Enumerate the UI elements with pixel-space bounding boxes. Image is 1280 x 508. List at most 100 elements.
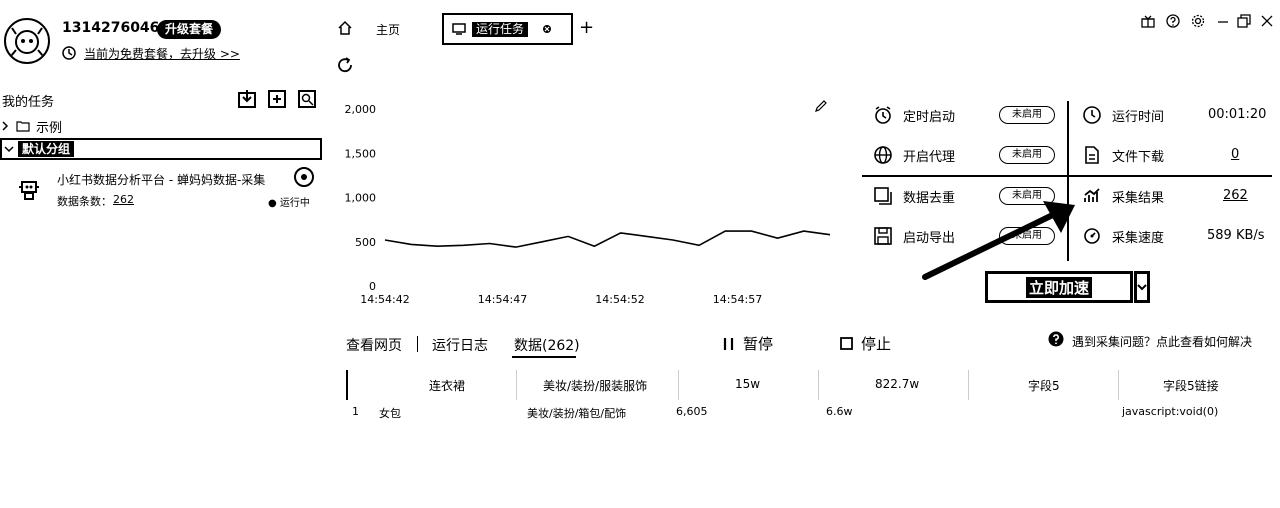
x-tick-label: 14:54:47 <box>478 293 527 306</box>
add-task-icon[interactable] <box>267 89 287 109</box>
globe-icon <box>873 145 893 165</box>
chevron-down-icon <box>1137 282 1147 292</box>
proxy-label: 开启代理 <box>903 149 956 165</box>
alarm-icon <box>873 105 893 125</box>
column-separator <box>678 370 679 400</box>
refresh-icon[interactable] <box>336 56 354 74</box>
speed-row: 采集速度 <box>1082 216 1208 256</box>
close-window-icon[interactable] <box>1260 14 1274 28</box>
tab-data[interactable]: 数据(262) <box>514 335 580 355</box>
scheduled-start-label: 定时启动 <box>903 109 956 125</box>
restore-icon[interactable] <box>1237 14 1251 28</box>
clock-icon <box>62 46 76 60</box>
table-cell: 6,605 <box>676 405 708 418</box>
speedometer-icon <box>1082 226 1102 246</box>
stop-label: 停止 <box>861 335 892 353</box>
tab-view-page[interactable]: 查看网页 <box>346 335 402 355</box>
home-icon[interactable] <box>337 20 353 36</box>
group-label: 默认分组 <box>18 141 75 157</box>
proxy-toggle[interactable]: 未启用 <box>999 146 1055 164</box>
minimize-icon[interactable] <box>1217 14 1229 28</box>
tab-running-label: 运行任务 <box>472 21 529 37</box>
save-icon <box>873 226 893 246</box>
x-tick-label: 14:54:57 <box>713 293 762 306</box>
speed-label: 采集速度 <box>1112 230 1165 246</box>
speed-chart: 2,000 1,500 1,000 500 0 14:54:42 14:54:47 14:5… <box>345 103 831 306</box>
download-label: 文件下载 <box>1112 149 1165 165</box>
column-header[interactable]: 美妆/装扮/服装服饰 <box>543 377 647 394</box>
y-tick-label: 0 <box>369 280 376 293</box>
pause-icon <box>723 337 735 351</box>
x-tick-label: 14:54:42 <box>360 293 409 306</box>
table-cell: 6.6w <box>826 405 853 418</box>
series-line <box>384 230 831 248</box>
stop-button[interactable]: 停止 <box>840 333 891 354</box>
column-header[interactable]: 连衣裙 <box>429 377 465 394</box>
search-task-icon[interactable] <box>297 89 317 109</box>
scheduled-start-row: 定时启动 未启用 <box>873 95 1055 135</box>
task-name[interactable]: 小红书数据分析平台 - 蝉妈妈数据-采集 <box>57 171 265 188</box>
result-row: 采集结果 <box>1082 176 1208 216</box>
task-count[interactable]: 262 <box>113 193 134 206</box>
tab-separator <box>417 336 418 352</box>
table-cell[interactable]: javascript:void(0) <box>1122 405 1218 418</box>
scheduled-start-toggle[interactable]: 未启用 <box>999 106 1055 124</box>
table-cell: 女包 <box>379 407 401 420</box>
y-tick-label: 1,500 <box>345 147 377 160</box>
y-tick-label: 500 <box>355 236 376 249</box>
stop-task-icon[interactable] <box>294 167 314 187</box>
column-header[interactable]: 字段5 <box>1028 377 1060 394</box>
add-tab-button[interactable]: + <box>579 17 594 38</box>
gear-icon[interactable] <box>1191 14 1205 28</box>
column-header[interactable]: 字段5链接 <box>1163 377 1219 394</box>
help-link[interactable]: 遇到采集问题？点此查看如何解决 <box>1072 333 1252 350</box>
column-separator <box>818 370 819 400</box>
column-separator <box>1118 370 1119 400</box>
user-phone: 13142760460 <box>62 20 170 36</box>
tab-home[interactable]: 主页 <box>376 21 400 38</box>
chart-up-icon <box>1082 186 1102 206</box>
monitor-icon <box>452 23 466 35</box>
result-value[interactable]: 262 <box>1223 188 1248 203</box>
tab-run-log[interactable]: 运行日志 <box>432 335 488 355</box>
boost-dropdown[interactable] <box>1134 271 1150 303</box>
task-status: ● 运行中 <box>268 198 310 209</box>
file-icon <box>1082 145 1102 165</box>
table-border <box>346 370 348 400</box>
table-cell: 美妆/装扮/箱包/配饰 <box>527 407 627 420</box>
upgrade-link[interactable]: 当前为免费套餐，去升级 >> <box>84 45 240 62</box>
proxy-row: 开启代理 未启用 <box>873 135 1055 175</box>
column-separator <box>516 370 517 400</box>
download-row: 文件下载 <box>1082 135 1208 175</box>
close-icon[interactable] <box>542 24 552 34</box>
sidebar-item-default-group[interactable]: 默认分组 <box>0 138 322 160</box>
pause-label: 暂停 <box>743 335 774 353</box>
runtime-value: 00:01:20 <box>1208 107 1267 122</box>
runtime-row: 运行时间 <box>1082 95 1208 135</box>
result-label: 采集结果 <box>1112 190 1165 206</box>
sidebar-item-label: 示例 <box>36 120 63 136</box>
upgrade-badge[interactable]: 升级套餐 <box>157 20 222 39</box>
chevron-right-icon <box>0 121 10 131</box>
import-icon[interactable] <box>237 89 257 109</box>
sidebar-item-example[interactable]: 示例 <box>0 117 63 136</box>
gift-icon[interactable] <box>1141 14 1155 28</box>
tab-underline <box>512 356 576 358</box>
boost-button[interactable]: 立即加速 <box>985 271 1133 303</box>
tasks-title: 我的任务 <box>2 95 55 110</box>
table-cell: 1 <box>352 405 359 418</box>
chevron-down-icon <box>4 144 14 154</box>
avatar[interactable] <box>4 18 50 64</box>
pause-button[interactable]: 暂停 <box>723 333 773 354</box>
help-icon[interactable] <box>1166 14 1180 28</box>
dedupe-icon <box>873 186 893 206</box>
column-header[interactable]: 15w <box>735 377 760 391</box>
help-icon[interactable] <box>1048 331 1064 347</box>
tab-running[interactable]: 运行任务 <box>442 13 573 45</box>
column-header[interactable]: 822.7w <box>875 377 919 391</box>
download-value[interactable]: 0 <box>1231 147 1239 162</box>
folder-icon <box>16 120 30 132</box>
clock-icon <box>1082 105 1102 125</box>
y-tick-label: 1,000 <box>345 192 377 205</box>
speed-value: 589 KB/s <box>1207 228 1265 243</box>
